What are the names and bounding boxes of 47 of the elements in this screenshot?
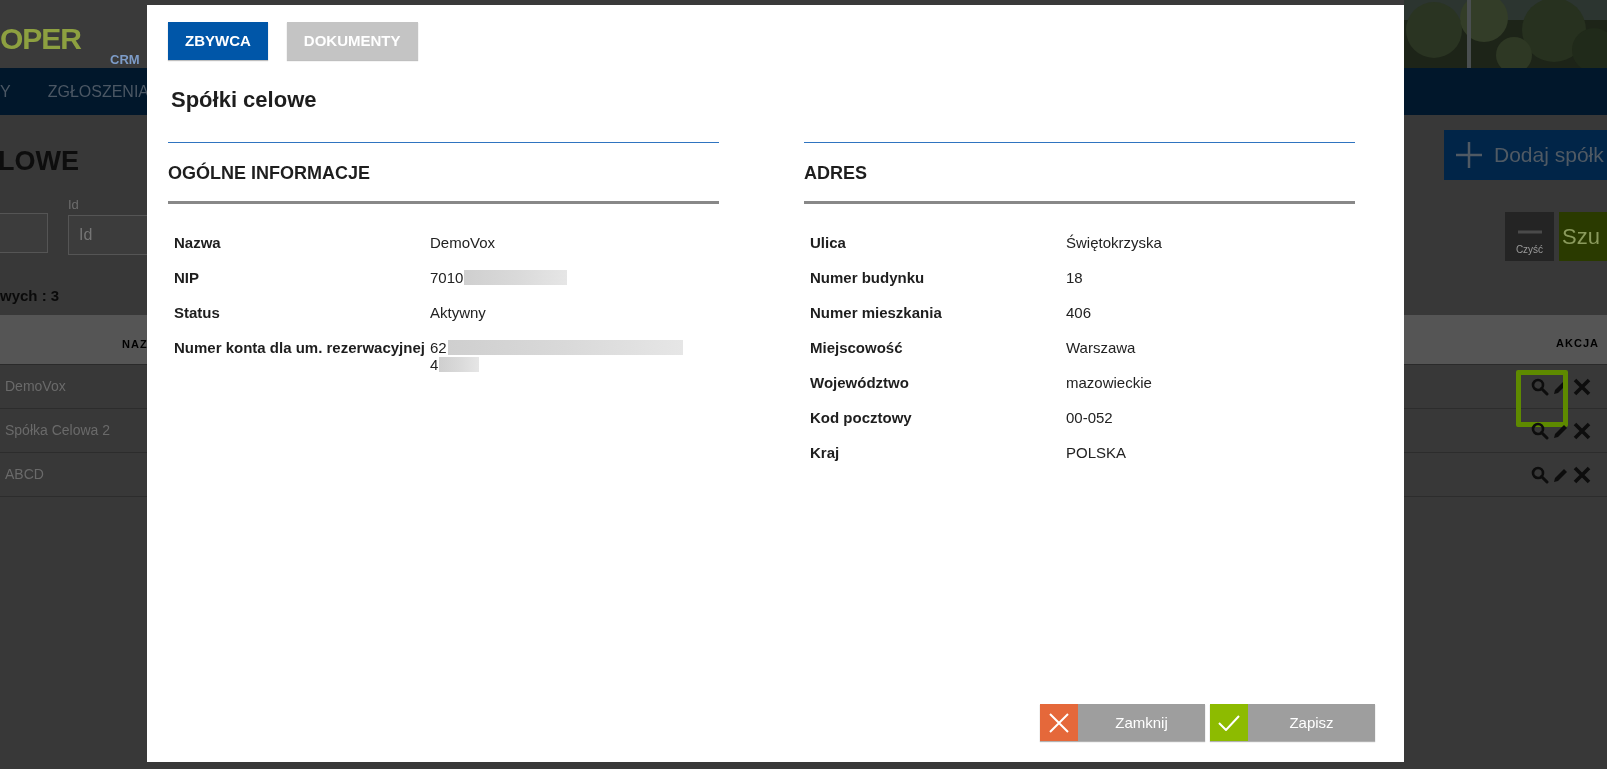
close-icon[interactable] [1573, 465, 1591, 484]
close-icon [1049, 712, 1069, 733]
search-icon[interactable] [1531, 421, 1549, 440]
tab[interactable]: DOKUMENTY [286, 22, 418, 60]
tab[interactable]: ZBYWCA [168, 22, 268, 60]
field-label: Miejscowość [810, 338, 904, 358]
field-value: 7010 [430, 269, 464, 286]
minus-icon [1517, 228, 1542, 236]
nav-item[interactable]: ZGŁOSZENIA [47, 79, 150, 104]
field-label: Nazwa [174, 233, 222, 253]
field-label: Numer budynku [810, 268, 926, 288]
field-label: Kraj [810, 443, 841, 463]
modal-title: Spółki celowe [171, 86, 318, 114]
field-value: Świętokrzyska [1066, 234, 1162, 251]
section-heading: OGÓLNE INFORMACJE [168, 142, 719, 204]
column-header: AKCJA [1556, 336, 1599, 352]
field-value: 4 [430, 356, 439, 373]
close-button[interactable]: Zamknij [1040, 704, 1205, 741]
plus-icon [1456, 142, 1482, 168]
clear-button[interactable]: Czyść [1505, 212, 1554, 261]
field-label: Status [174, 303, 221, 323]
field-label: Województwo [810, 373, 910, 393]
section-heading: ADRES [804, 142, 1355, 204]
field-label: Numer mieszkania [810, 303, 943, 323]
field-value: 406 [1066, 304, 1092, 321]
field-value: POLSKA [1066, 444, 1127, 461]
check-icon [1218, 714, 1240, 731]
add-button[interactable]: Dodaj spółk [1444, 130, 1607, 180]
logo-text: OPER [0, 25, 83, 53]
field-value: Aktywny [430, 304, 486, 321]
logo-subtext: CRM [110, 53, 141, 67]
id-field[interactable]: Id [68, 214, 147, 255]
field-label: Ulica [810, 233, 847, 253]
field-label: Kod pocztowy [810, 408, 913, 428]
save-button[interactable]: Zapisz [1210, 704, 1375, 741]
field-value: 62 [430, 339, 447, 356]
field-value: DemoVox [430, 234, 496, 251]
field-value: 00-052 [1066, 409, 1113, 426]
field-value: Warszawa [1066, 339, 1136, 356]
column-header: NAZ [122, 337, 148, 353]
field-value: 18 [1066, 269, 1083, 286]
field-value: mazowieckie [1066, 374, 1152, 391]
field-label: NIP [174, 268, 200, 288]
nav-item[interactable]: Y [0, 79, 11, 104]
search-button[interactable]: Szu [1559, 212, 1607, 261]
field-label: Numer konta dla um. rezerwacyjnej [174, 338, 426, 358]
input-field[interactable] [0, 213, 48, 253]
